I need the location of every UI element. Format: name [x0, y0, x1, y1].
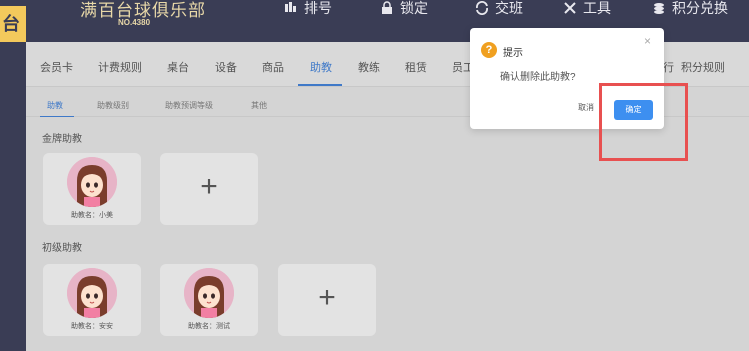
topnav-points[interactable]: 积分兑换: [652, 0, 728, 18]
topnav-queue[interactable]: 排号: [284, 0, 332, 18]
queue-icon: [284, 1, 298, 15]
assistant-avatar: [67, 157, 117, 207]
active-tab-indicator: [298, 84, 342, 86]
highlight-box: [599, 83, 688, 161]
add-assistant-button[interactable]: +: [160, 153, 258, 225]
subtab-assistant-levels[interactable]: 助教级别: [97, 100, 129, 111]
topnav-points-label: 积分兑换: [672, 0, 728, 16]
subtab-other[interactable]: 其他: [251, 100, 267, 111]
assistant-name: 助教名：安安: [71, 323, 113, 330]
topnav-lock-label: 锁定: [400, 0, 428, 16]
topnav-tools[interactable]: 工具: [563, 0, 611, 18]
subtab-assistants[interactable]: 助教: [47, 100, 63, 111]
lock-icon: [380, 1, 394, 15]
section-title-junior: 初级助教: [42, 243, 82, 254]
assistant-card[interactable]: 助教名：安安: [43, 264, 141, 336]
tab-rental[interactable]: 租赁: [405, 59, 427, 75]
tab-billing-rules[interactable]: 计费规则: [98, 59, 142, 75]
left-sidebar: [0, 42, 26, 351]
tab-assistants[interactable]: 助教: [310, 59, 332, 75]
assistant-name: 助教名：小美: [71, 212, 113, 219]
warning-icon: ?: [481, 42, 497, 58]
topnav-lock[interactable]: 锁定: [380, 0, 428, 18]
section-title-gold: 金牌助教: [42, 134, 82, 145]
add-assistant-button[interactable]: +: [278, 264, 376, 336]
tab-products[interactable]: 商品: [262, 59, 284, 75]
close-icon[interactable]: ×: [644, 34, 651, 48]
subtab-preset-levels[interactable]: 助教预调等级: [165, 100, 213, 111]
tab-coaches[interactable]: 教练: [358, 59, 380, 75]
assistant-avatar: [184, 268, 234, 318]
assistant-card[interactable]: 助教名：测试: [160, 264, 258, 336]
tab-points-rules[interactable]: 积分规则: [681, 59, 725, 75]
assistant-name: 助教名：测试: [188, 323, 230, 330]
active-subtab-indicator: [40, 116, 74, 117]
topnav-shift[interactable]: 交班: [475, 0, 523, 18]
plus-icon: +: [318, 281, 336, 314]
tab-devices[interactable]: 设备: [215, 59, 237, 75]
assistant-card[interactable]: 助教名：小美: [43, 153, 141, 225]
shift-icon: [475, 1, 489, 15]
tab-member-card[interactable]: 会员卡: [40, 59, 73, 75]
cancel-button[interactable]: 取消: [578, 102, 594, 113]
assistant-avatar: [67, 268, 117, 318]
topnav-shift-label: 交班: [495, 0, 523, 16]
tab-tables[interactable]: 桌台: [167, 59, 189, 75]
tab-partial[interactable]: 行: [663, 59, 674, 75]
dialog-message: 确认删除此助教?: [500, 72, 576, 83]
topnav-queue-label: 排号: [304, 0, 332, 16]
plus-icon: +: [200, 170, 218, 203]
points-icon: [652, 1, 666, 15]
dialog-title: 提示: [503, 48, 523, 59]
topnav-tools-label: 工具: [583, 0, 611, 16]
club-number: NO.4380: [118, 18, 151, 27]
tools-icon: [563, 1, 577, 15]
brand-tab[interactable]: 台: [0, 6, 26, 42]
